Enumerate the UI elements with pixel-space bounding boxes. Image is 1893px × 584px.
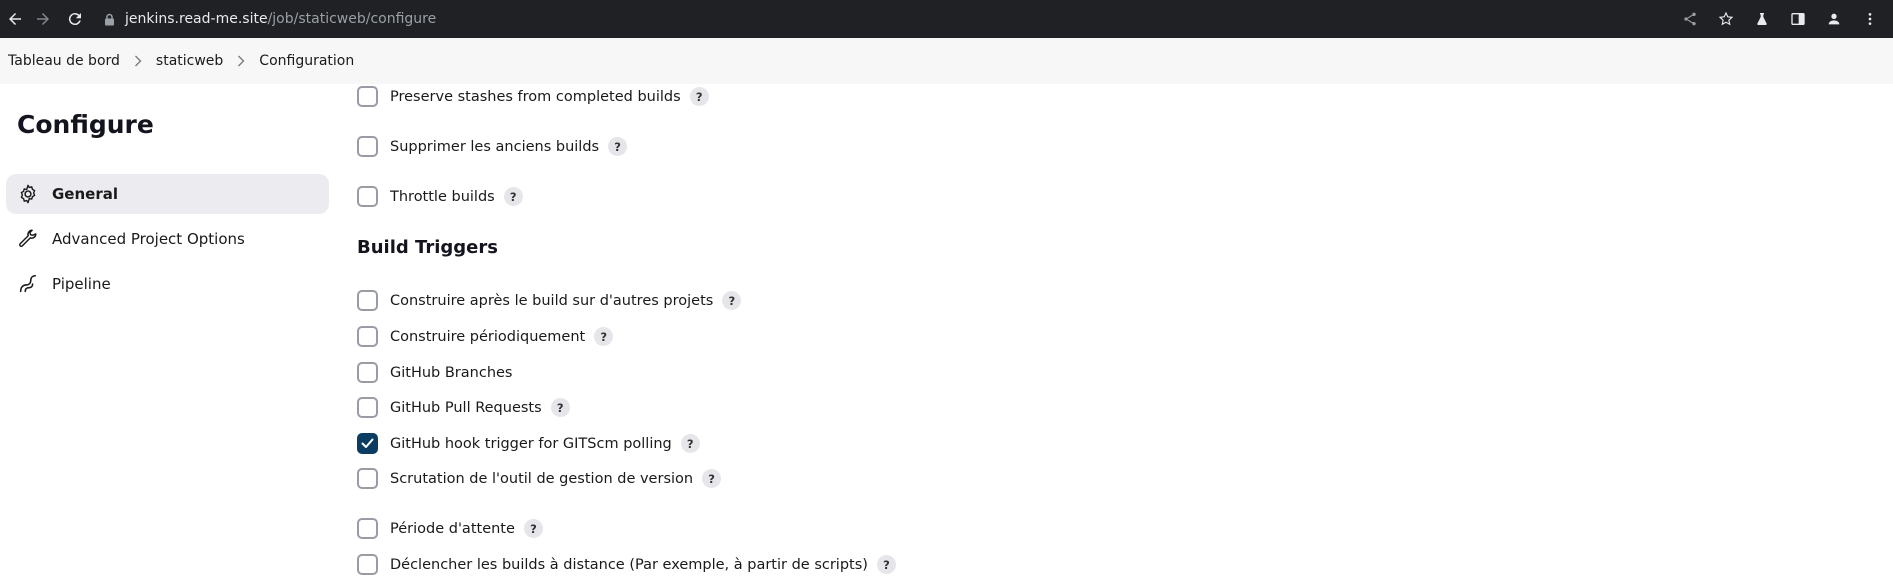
option-label: GitHub Branches [390, 364, 513, 381]
help-icon[interactable]: ? [722, 291, 742, 310]
reload-icon [68, 13, 81, 26]
gear-icon [20, 184, 36, 204]
chevron-right-icon [134, 55, 142, 67]
share-icon [1684, 12, 1696, 26]
person-icon [1828, 13, 1840, 25]
trigger-build-after-other-projects: Construire après le build sur d'autres p… [357, 290, 742, 311]
profile-button[interactable] [1819, 4, 1849, 34]
arrow-right-icon [37, 13, 49, 25]
trigger-build-periodically: Construire périodiquement ? [357, 326, 614, 347]
trigger-scm-polling: Scrutation de l'outil de gestion de vers… [357, 468, 722, 489]
trigger-github-hook: GitHub hook trigger for GITScm polling ? [357, 433, 700, 454]
help-icon[interactable]: ? [876, 555, 896, 574]
option-label: Construire après le build sur d'autres p… [390, 292, 714, 309]
lock-icon [104, 13, 115, 26]
sidebar-item-label: Advanced Project Options [52, 230, 245, 248]
checkbox[interactable] [357, 290, 378, 311]
browser-toolbar: jenkins.read-me.site/job/staticweb/confi… [0, 0, 1893, 38]
help-icon[interactable]: ? [523, 519, 543, 538]
option-label: Construire périodiquement [390, 328, 586, 345]
trigger-github-pull-requests: GitHub Pull Requests ? [357, 397, 570, 418]
option-label: Période d'attente [390, 520, 515, 537]
url-path: /job/staticweb/configure [267, 11, 437, 27]
option-label: Preserve stashes from completed builds [390, 88, 681, 105]
checkbox[interactable] [357, 362, 378, 383]
help-icon[interactable]: ? [503, 187, 523, 206]
trigger-quiet-period: Période d'attente ? [357, 518, 543, 539]
sidebar-item-advanced-project-options[interactable]: Advanced Project Options [6, 219, 329, 259]
trigger-remote-builds: Déclencher les builds à distance (Par ex… [357, 554, 896, 575]
checkbox[interactable] [357, 554, 378, 575]
trigger-github-branches: GitHub Branches [357, 362, 512, 383]
help-icon[interactable]: ? [702, 469, 722, 488]
checkbox-checked[interactable] [357, 433, 378, 454]
breadcrumb-job[interactable]: staticweb [156, 53, 223, 69]
share-button[interactable] [1675, 4, 1705, 34]
option-label: Throttle builds [390, 188, 495, 205]
checkbox[interactable] [357, 86, 378, 107]
help-icon[interactable]: ? [608, 137, 628, 156]
bookmark-button[interactable] [1711, 4, 1741, 34]
side-panel-icon [1791, 13, 1805, 25]
checkbox[interactable] [357, 136, 378, 157]
flask-icon [1757, 13, 1767, 25]
forward-button[interactable] [28, 4, 58, 34]
sidebar-item-label: Pipeline [52, 275, 111, 293]
checkbox[interactable] [357, 397, 378, 418]
back-button[interactable] [0, 4, 30, 34]
pipeline-icon [19, 274, 37, 293]
checkbox[interactable] [357, 468, 378, 489]
checkbox[interactable] [357, 186, 378, 207]
checkbox[interactable] [357, 326, 378, 347]
labs-button[interactable] [1747, 4, 1777, 34]
help-icon[interactable]: ? [689, 87, 709, 106]
option-label: Déclencher les builds à distance (Par ex… [390, 556, 868, 573]
option-discard-old-builds: Supprimer les anciens builds ? [357, 136, 628, 157]
option-label: Supprimer les anciens builds [390, 138, 600, 155]
option-label: GitHub hook trigger for GITScm polling [390, 435, 672, 452]
page-title: Configure [17, 110, 154, 139]
star-icon [1718, 11, 1734, 26]
side-panel-button[interactable] [1783, 4, 1813, 34]
breadcrumb-configuration[interactable]: Configuration [259, 53, 354, 69]
url-host: jenkins.read-me.site [125, 11, 268, 27]
breadcrumb-dashboard[interactable]: Tableau de bord [8, 53, 120, 69]
option-label: GitHub Pull Requests [390, 399, 542, 416]
option-preserve-stashes: Preserve stashes from completed builds ? [357, 86, 709, 107]
section-title-build-triggers: Build Triggers [357, 237, 498, 258]
kebab-menu-icon [1868, 13, 1872, 25]
option-throttle-builds: Throttle builds ? [357, 186, 523, 207]
reload-button[interactable] [60, 4, 90, 34]
option-label: Scrutation de l'outil de gestion de vers… [390, 470, 694, 487]
breadcrumb: Tableau de bord staticweb Configuration [0, 38, 1893, 84]
sidebar-item-label: General [52, 185, 118, 203]
address-bar[interactable]: jenkins.read-me.site/job/staticweb/confi… [104, 7, 436, 31]
checkbox[interactable] [357, 518, 378, 539]
sidebar-item-pipeline[interactable]: Pipeline [6, 264, 329, 304]
checkmark-icon [361, 438, 374, 448]
menu-button[interactable] [1855, 4, 1885, 34]
help-icon[interactable]: ? [550, 398, 570, 417]
arrow-left-icon [9, 13, 21, 25]
wrench-icon [19, 229, 37, 248]
help-icon[interactable]: ? [594, 327, 614, 346]
help-icon[interactable]: ? [680, 434, 700, 453]
chevron-right-icon [237, 55, 245, 67]
sidebar-item-general[interactable]: General [6, 174, 329, 214]
